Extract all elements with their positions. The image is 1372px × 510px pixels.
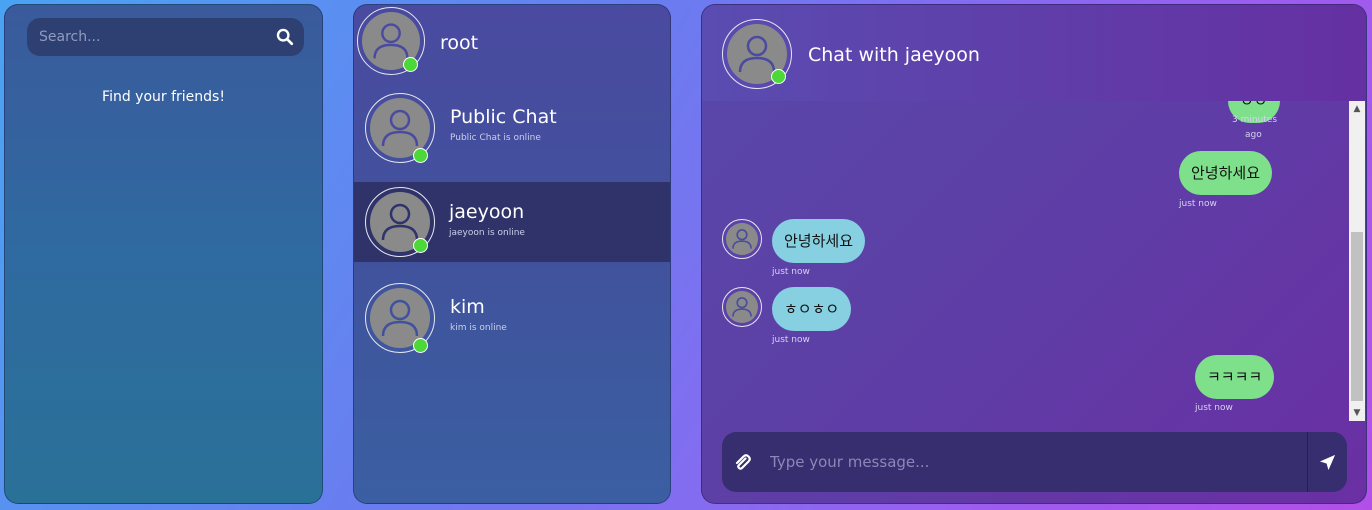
message-bubble-in: 안녕하세요 bbox=[772, 219, 866, 263]
find-friends-text: Find your friends! bbox=[102, 89, 225, 105]
message-time: just now bbox=[772, 335, 810, 345]
message-composer bbox=[722, 432, 1347, 492]
current-user: root bbox=[354, 5, 670, 85]
message-time: just now bbox=[1179, 199, 1217, 209]
message-input[interactable] bbox=[770, 432, 1300, 492]
contact-name: jaeyoon bbox=[449, 201, 525, 223]
chat-title: Chat with jaeyoon bbox=[808, 44, 980, 66]
message-time: just now bbox=[1195, 403, 1233, 413]
contact-item-kim[interactable]: kim kim is online bbox=[354, 277, 670, 357]
chat-header: Chat with jaeyoon bbox=[702, 5, 1366, 101]
message-time: 3 minutes bbox=[1232, 115, 1278, 125]
contact-name: Public Chat bbox=[450, 106, 557, 128]
message-bubble-out: ㅋㅋㅋㅋ bbox=[1195, 355, 1275, 399]
contact-status: Public Chat is online bbox=[450, 133, 541, 143]
search-bar bbox=[27, 18, 304, 56]
contact-status: jaeyoon is online bbox=[449, 228, 525, 238]
chat-panel: Chat with jaeyoon ㅇㅇ 3 minutes ago 안녕하세요… bbox=[701, 4, 1367, 504]
paperclip-icon[interactable] bbox=[732, 452, 752, 472]
contact-item-public-chat[interactable]: Public Chat Public Chat is online bbox=[354, 87, 670, 182]
search-icon[interactable] bbox=[276, 28, 294, 46]
user-icon bbox=[732, 229, 752, 249]
contact-status: kim is online bbox=[450, 323, 507, 333]
message-bubble-out: 안녕하세요 bbox=[1179, 151, 1273, 195]
message-time: ago bbox=[1245, 130, 1262, 140]
search-input[interactable] bbox=[27, 18, 267, 56]
contacts-panel: root Public Chat Public Chat is online j… bbox=[353, 4, 671, 504]
message-scrollbar[interactable]: ▲ ▼ bbox=[1349, 101, 1365, 421]
online-indicator bbox=[403, 57, 418, 72]
current-user-name: root bbox=[440, 32, 479, 54]
send-button[interactable] bbox=[1307, 432, 1347, 492]
online-indicator bbox=[413, 338, 428, 353]
avatar bbox=[722, 219, 762, 259]
contact-item-jaeyoon[interactable]: jaeyoon jaeyoon is online bbox=[354, 182, 670, 262]
avatar bbox=[722, 287, 762, 327]
message-time: just now bbox=[772, 267, 810, 277]
message-list[interactable]: ㅇㅇ 3 minutes ago 안녕하세요 just now 안녕하세요 ju… bbox=[702, 101, 1350, 421]
user-icon bbox=[732, 297, 752, 317]
online-indicator bbox=[413, 238, 428, 253]
friends-panel: Find your friends! bbox=[4, 4, 323, 504]
scrollbar-thumb[interactable] bbox=[1351, 232, 1363, 401]
online-indicator bbox=[413, 148, 428, 163]
send-icon bbox=[1319, 454, 1336, 471]
contact-name: kim bbox=[450, 296, 485, 318]
message-bubble-in: ㅎㅇㅎㅇ bbox=[772, 287, 852, 331]
scroll-up-icon[interactable]: ▲ bbox=[1352, 104, 1362, 114]
scroll-down-icon[interactable]: ▼ bbox=[1352, 408, 1362, 418]
online-indicator bbox=[771, 69, 786, 84]
